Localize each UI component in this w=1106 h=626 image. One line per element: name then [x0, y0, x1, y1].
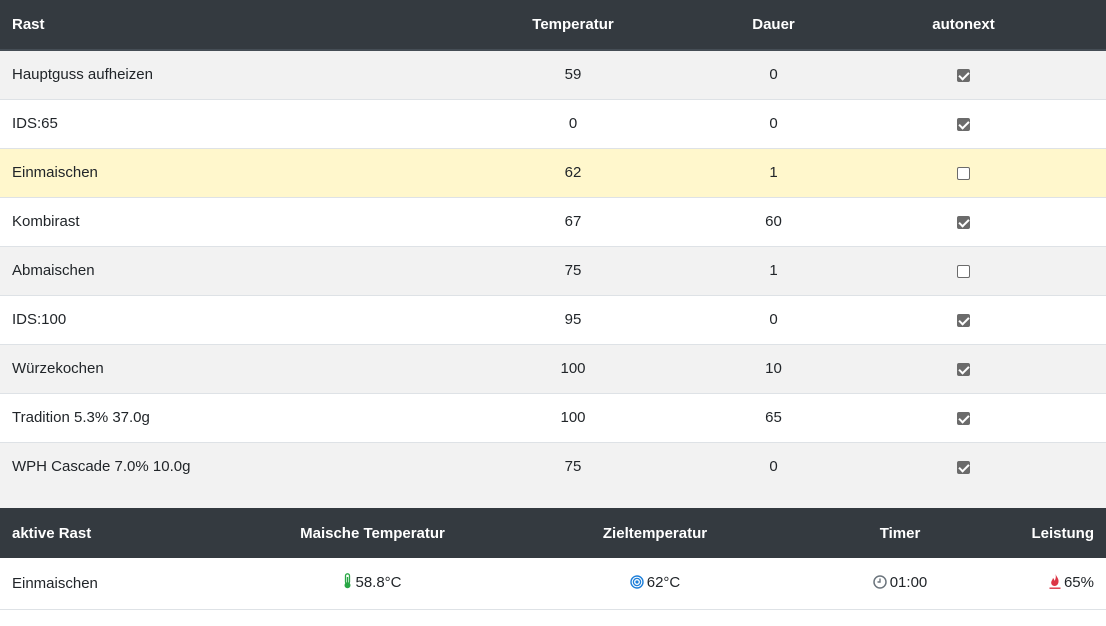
- status-table: aktive Rast Maische Temperatur Zieltempe…: [0, 508, 1106, 610]
- header-autonext[interactable]: autonext: [821, 0, 1106, 51]
- steps-table: Rast Temperatur Dauer autonext Hauptguss…: [0, 0, 1106, 491]
- step-temperatur: 67: [420, 196, 726, 246]
- step-name: Abmaischen: [0, 245, 420, 295]
- step-temperatur: 100: [420, 392, 726, 442]
- step-autonext-cell: [821, 147, 1106, 197]
- step-dauer: 10: [726, 343, 821, 393]
- step-dauer: 1: [726, 147, 821, 197]
- clock-icon: [872, 575, 887, 593]
- step-name: Tradition 5.3% 37.0g: [0, 392, 420, 442]
- maische-temperatur-value: 58.8°C: [355, 574, 402, 592]
- header-maische-temperatur: Maische Temperatur: [240, 508, 505, 558]
- step-autonext-cell: [821, 343, 1106, 393]
- status-header-row: aktive Rast Maische Temperatur Zieltempe…: [0, 508, 1106, 558]
- step-temperatur: 0: [420, 98, 726, 148]
- header-rast[interactable]: Rast: [0, 0, 420, 51]
- autonext-checkbox[interactable]: [957, 68, 970, 82]
- step-temperatur: 100: [420, 343, 726, 393]
- step-dauer: 65: [726, 392, 821, 442]
- step-dauer: 1: [726, 245, 821, 295]
- header-temperatur[interactable]: Temperatur: [420, 0, 726, 51]
- step-autonext-cell: [821, 98, 1106, 148]
- step-autonext-cell: [821, 245, 1106, 295]
- step-autonext-cell: [821, 392, 1106, 442]
- step-dauer: 0: [726, 441, 821, 491]
- header-aktive-rast: aktive Rast: [0, 508, 240, 558]
- step-name: WPH Cascade 7.0% 10.0g: [0, 441, 420, 491]
- target-icon: [630, 575, 644, 593]
- step-dauer: 0: [726, 49, 821, 99]
- header-timer: Timer: [805, 508, 995, 558]
- section-gap: [0, 491, 1106, 508]
- step-autonext-cell: [821, 196, 1106, 246]
- autonext-checkbox[interactable]: [957, 264, 970, 278]
- steps-header-row: Rast Temperatur Dauer autonext: [0, 0, 1106, 51]
- status-row: Einmaischen 58.8°C 62°C 01:00 65%: [0, 558, 1106, 610]
- step-temperatur: 75: [420, 245, 726, 295]
- step-name: Hauptguss aufheizen: [0, 49, 420, 99]
- thermometer-icon: [343, 573, 352, 593]
- autonext-checkbox[interactable]: [957, 411, 970, 425]
- header-dauer[interactable]: Dauer: [726, 0, 821, 51]
- autonext-checkbox[interactable]: [957, 362, 970, 376]
- aktive-rast-value: Einmaischen: [0, 558, 240, 610]
- step-name: Würzekochen: [0, 343, 420, 393]
- step-row[interactable]: Tradition 5.3% 37.0g 100 65: [0, 392, 1106, 442]
- step-row[interactable]: IDS:100 95 0: [0, 294, 1106, 344]
- header-leistung: Leistung: [995, 508, 1106, 558]
- autonext-checkbox[interactable]: [957, 313, 970, 327]
- step-dauer: 60: [726, 196, 821, 246]
- step-row[interactable]: Kombirast 67 60: [0, 196, 1106, 246]
- step-row[interactable]: WPH Cascade 7.0% 10.0g 75 0: [0, 441, 1106, 491]
- step-name: IDS:65: [0, 98, 420, 148]
- autonext-checkbox[interactable]: [957, 460, 970, 474]
- autonext-checkbox[interactable]: [957, 166, 970, 180]
- step-row[interactable]: Abmaischen 75 1: [0, 245, 1106, 295]
- step-temperatur: 75: [420, 441, 726, 491]
- step-dauer: 0: [726, 98, 821, 148]
- step-temperatur: 95: [420, 294, 726, 344]
- step-name: IDS:100: [0, 294, 420, 344]
- zieltemperatur-cell: 62°C: [505, 558, 805, 610]
- header-zieltemperatur: Zieltemperatur: [505, 508, 805, 558]
- autonext-checkbox[interactable]: [957, 215, 970, 229]
- flame-icon: [1049, 573, 1061, 593]
- steps-body: Hauptguss aufheizen 59 0 IDS:65 0 0 Einmaische…: [0, 49, 1106, 491]
- autonext-checkbox[interactable]: [957, 117, 970, 131]
- timer-cell: 01:00: [805, 558, 995, 610]
- timer-value: 01:00: [889, 573, 928, 591]
- leistung-value: 65%: [1063, 574, 1094, 592]
- step-dauer: 0: [726, 294, 821, 344]
- step-autonext-cell: [821, 441, 1106, 491]
- step-temperatur: 62: [420, 147, 726, 197]
- step-row[interactable]: Hauptguss aufheizen 59 0: [0, 49, 1106, 99]
- step-name: Einmaischen: [0, 147, 420, 197]
- step-temperatur: 59: [420, 49, 726, 99]
- step-row[interactable]: Würzekochen 100 10: [0, 343, 1106, 393]
- step-row[interactable]: Einmaischen 62 1: [0, 147, 1106, 197]
- step-name: Kombirast: [0, 196, 420, 246]
- step-row[interactable]: IDS:65 0 0: [0, 98, 1106, 148]
- maische-temperatur-cell: 58.8°C: [240, 558, 505, 610]
- step-autonext-cell: [821, 49, 1106, 99]
- zieltemperatur-value: 62°C: [646, 573, 681, 591]
- step-autonext-cell: [821, 294, 1106, 344]
- leistung-cell: 65%: [995, 558, 1106, 610]
